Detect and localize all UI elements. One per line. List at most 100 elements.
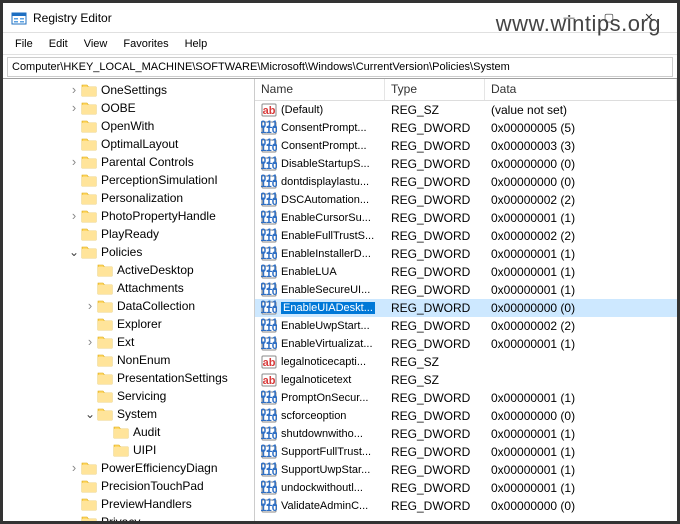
tree-panel[interactable]: OneSettings OOBE OpenWithOptimalLayoutPare… — [3, 79, 255, 521]
chevron-icon[interactable] — [67, 101, 81, 115]
value-name: EnableFullTrustS... — [281, 230, 374, 242]
chevron-icon — [83, 281, 97, 295]
chevron-icon[interactable] — [83, 335, 97, 349]
tree-label: DataCollection — [117, 299, 195, 313]
list-row[interactable]: DSCAutomation...REG_DWORD0x00000002 (2) — [255, 191, 677, 209]
menu-edit[interactable]: Edit — [41, 36, 76, 52]
tree-item[interactable]: Explorer — [3, 315, 254, 333]
value-type: REG_SZ — [385, 373, 485, 387]
tree-item[interactable]: NonEnum — [3, 351, 254, 369]
window-title: Registry Editor — [33, 11, 549, 25]
chevron-icon[interactable] — [67, 461, 81, 475]
tree-label: OOBE — [101, 101, 136, 115]
folder-icon — [81, 461, 97, 475]
tree-item[interactable]: OpenWith — [3, 117, 254, 135]
tree-label: PhotoPropertyHandle — [101, 209, 216, 223]
maximize-button[interactable]: ▢ — [589, 4, 629, 32]
value-type: REG_DWORD — [385, 265, 485, 279]
folder-icon — [97, 317, 113, 331]
chevron-icon — [67, 119, 81, 133]
value-name: DSCAutomation... — [281, 194, 369, 206]
chevron-icon — [83, 389, 97, 403]
list-row[interactable]: (Default)REG_SZ(value not set) — [255, 101, 677, 119]
value-name: EnableUwpStart... — [281, 320, 370, 332]
list-row[interactable]: ValidateAdminC...REG_DWORD0x00000000 (0) — [255, 497, 677, 515]
tree-item[interactable]: Privacy — [3, 513, 254, 521]
value-name: DisableStartupS... — [281, 158, 370, 170]
list-row[interactable]: SupportUwpStar...REG_DWORD0x00000001 (1) — [255, 461, 677, 479]
chevron-icon — [67, 227, 81, 241]
tree-item[interactable]: Personalization — [3, 189, 254, 207]
tree-item[interactable]: DataCollection — [3, 297, 254, 315]
tree-item[interactable]: PlayReady — [3, 225, 254, 243]
chevron-icon[interactable] — [67, 83, 81, 97]
list-row[interactable]: shutdownwitho...REG_DWORD0x00000001 (1) — [255, 425, 677, 443]
menu-help[interactable]: Help — [177, 36, 216, 52]
tree-item[interactable]: Attachments — [3, 279, 254, 297]
address-input[interactable] — [7, 57, 673, 77]
tree-item[interactable]: Parental Controls — [3, 153, 254, 171]
value-data: 0x00000001 (1) — [485, 391, 677, 405]
menu-favorites[interactable]: Favorites — [115, 36, 176, 52]
list-row[interactable]: EnableSecureUI...REG_DWORD0x00000001 (1) — [255, 281, 677, 299]
tree-item[interactable]: OptimalLayout — [3, 135, 254, 153]
tree-item[interactable]: PerceptionSimulationI — [3, 171, 254, 189]
column-data[interactable]: Data — [485, 79, 677, 100]
tree-item[interactable]: Audit — [3, 423, 254, 441]
tree-item[interactable]: OneSettings — [3, 81, 254, 99]
value-type: REG_DWORD — [385, 391, 485, 405]
chevron-icon[interactable] — [67, 155, 81, 169]
list-row[interactable]: DisableStartupS...REG_DWORD0x00000000 (0… — [255, 155, 677, 173]
value-name: legalnoticecapti... — [281, 356, 366, 368]
list-row[interactable]: ConsentPrompt...REG_DWORD0x00000005 (5) — [255, 119, 677, 137]
column-name[interactable]: Name — [255, 79, 385, 100]
list-row[interactable]: EnableVirtualizat...REG_DWORD0x00000001 … — [255, 335, 677, 353]
tree-item[interactable]: Policies — [3, 243, 254, 261]
tree-item[interactable]: Ext — [3, 333, 254, 351]
tree-item[interactable]: PresentationSettings — [3, 369, 254, 387]
list-row[interactable]: EnableInstallerD...REG_DWORD0x00000001 (… — [255, 245, 677, 263]
folder-icon — [81, 227, 97, 241]
list-body[interactable]: (Default)REG_SZ(value not set)ConsentPro… — [255, 101, 677, 515]
tree-item[interactable]: PowerEfficiencyDiagn — [3, 459, 254, 477]
tree-item[interactable]: PreviewHandlers — [3, 495, 254, 513]
list-row[interactable]: PromptOnSecur...REG_DWORD0x00000001 (1) — [255, 389, 677, 407]
list-row[interactable]: legalnoticetextREG_SZ — [255, 371, 677, 389]
tree-item[interactable]: OOBE — [3, 99, 254, 117]
minimize-button[interactable]: — — [549, 4, 589, 32]
column-type[interactable]: Type — [385, 79, 485, 100]
menu-view[interactable]: View — [76, 36, 116, 52]
list-row[interactable]: EnableUwpStart...REG_DWORD0x00000002 (2) — [255, 317, 677, 335]
chevron-icon — [67, 191, 81, 205]
list-row[interactable]: ConsentPrompt...REG_DWORD0x00000003 (3) — [255, 137, 677, 155]
chevron-icon[interactable] — [67, 245, 81, 259]
value-data: 0x00000005 (5) — [485, 121, 677, 135]
tree-item[interactable]: PrecisionTouchPad — [3, 477, 254, 495]
tree-item[interactable]: System — [3, 405, 254, 423]
regedit-icon — [11, 10, 27, 26]
menu-file[interactable]: File — [7, 36, 41, 52]
chevron-icon[interactable] — [83, 299, 97, 313]
dword-value-icon — [261, 426, 277, 442]
tree-item[interactable]: UIPI — [3, 441, 254, 459]
list-row[interactable]: legalnoticecapti...REG_SZ — [255, 353, 677, 371]
list-row[interactable]: EnableFullTrustS...REG_DWORD0x00000002 (… — [255, 227, 677, 245]
list-row[interactable]: EnableCursorSu...REG_DWORD0x00000001 (1) — [255, 209, 677, 227]
close-button[interactable]: ✕ — [629, 4, 669, 32]
list-row[interactable]: EnableLUAREG_DWORD0x00000001 (1) — [255, 263, 677, 281]
list-row[interactable]: dontdisplaylastu...REG_DWORD0x00000000 (… — [255, 173, 677, 191]
value-name: EnableLUA — [281, 266, 337, 278]
tree-item[interactable]: Servicing — [3, 387, 254, 405]
list-row[interactable]: SupportFullTrust...REG_DWORD0x00000001 (… — [255, 443, 677, 461]
chevron-icon[interactable] — [67, 209, 81, 223]
tree-item[interactable]: PhotoPropertyHandle — [3, 207, 254, 225]
chevron-icon[interactable] — [83, 407, 97, 421]
tree-item[interactable]: ActiveDesktop — [3, 261, 254, 279]
value-type: REG_DWORD — [385, 247, 485, 261]
value-name: ConsentPrompt... — [281, 140, 367, 152]
list-row[interactable]: EnableUIADeskt...REG_DWORD0x00000000 (0) — [255, 299, 677, 317]
list-row[interactable]: undockwithoutl...REG_DWORD0x00000001 (1) — [255, 479, 677, 497]
list-row[interactable]: scforceoptionREG_DWORD0x00000000 (0) — [255, 407, 677, 425]
tree-label: System — [117, 407, 157, 421]
value-name: EnableCursorSu... — [281, 212, 371, 224]
